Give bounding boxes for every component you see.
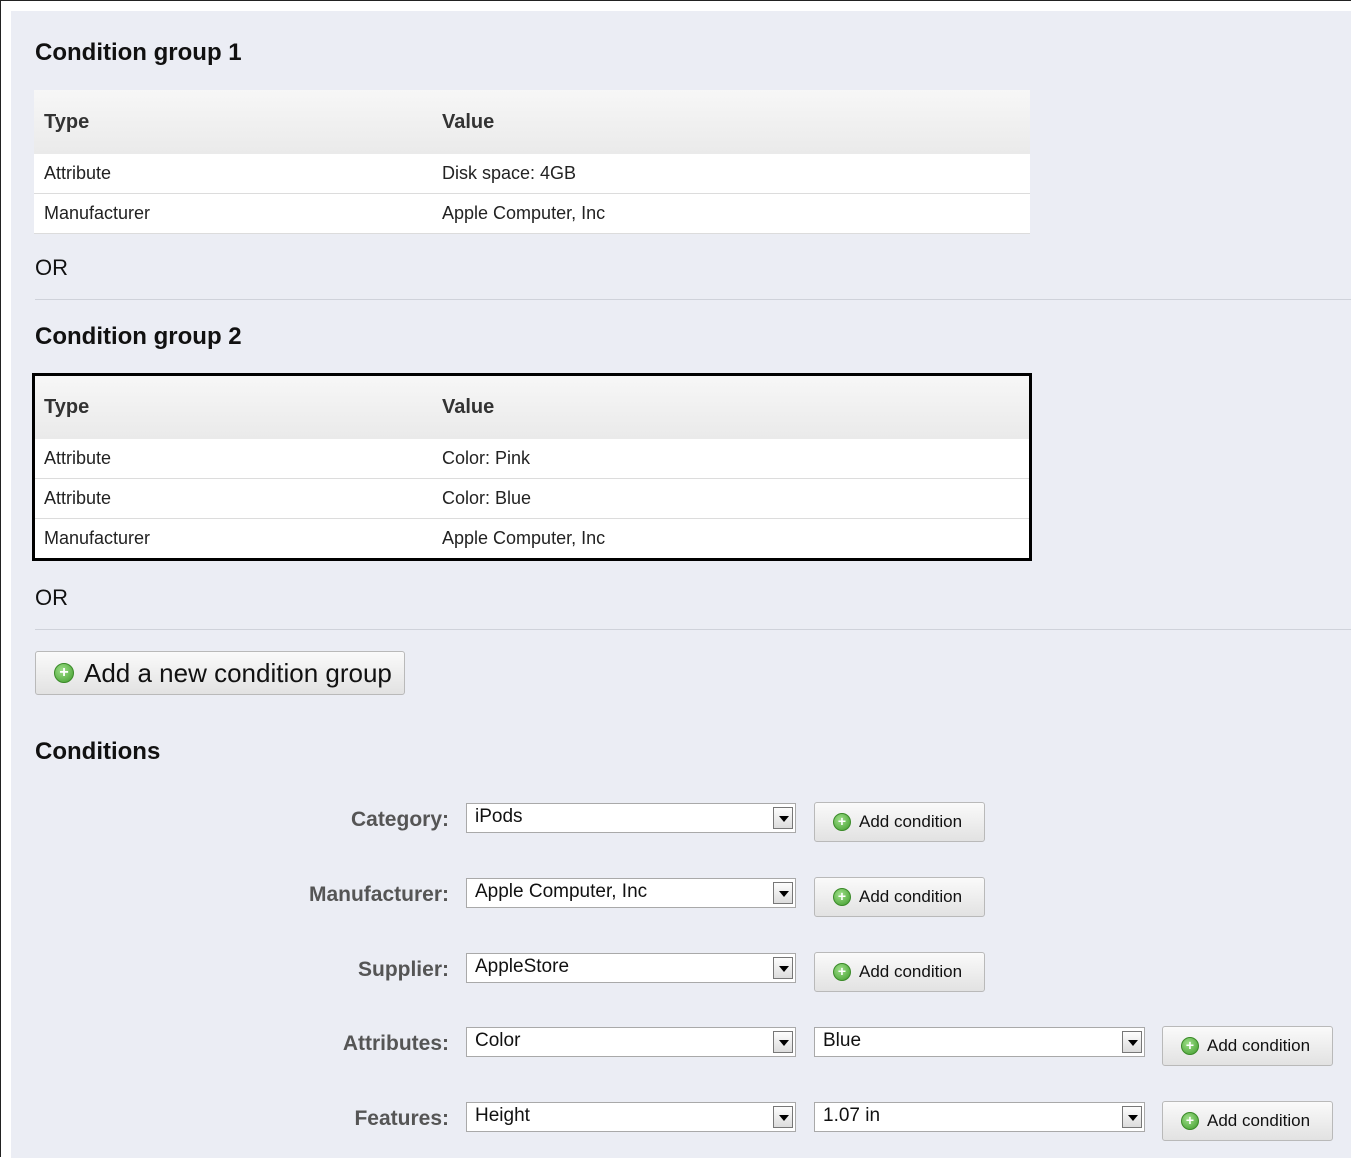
table-row: Attribute Disk space: 4GB (34, 154, 1030, 194)
or-separator-2: OR (35, 585, 68, 610)
column-header-value: Value (432, 375, 1030, 439)
plus-circle-icon: + (1181, 1112, 1199, 1130)
add-condition-group-label: Add a new condition group (84, 657, 392, 688)
table-row: Manufacturer Apple Computer, Inc (34, 193, 1030, 234)
cell-type: Attribute (34, 154, 432, 194)
cell-type: Manufacturer (34, 193, 432, 234)
divider (35, 299, 1351, 300)
cell-value: Color: Pink (432, 439, 1030, 479)
plus-circle-icon: + (833, 888, 851, 906)
cell-value: Color: Blue (432, 478, 1030, 519)
feature-select-value: Height (475, 1105, 530, 1126)
plus-circle-icon: + (833, 813, 851, 831)
add-attribute-condition-button[interactable]: + Add condition (1162, 1026, 1333, 1066)
manufacturer-select-value: Apple Computer, Inc (475, 881, 648, 902)
chevron-down-icon[interactable] (1122, 1106, 1142, 1128)
add-condition-label: Add condition (859, 887, 963, 906)
add-condition-group-button[interactable]: + Add a new condition group (35, 651, 405, 695)
cell-value: Apple Computer, Inc (432, 518, 1030, 559)
add-supplier-condition-button[interactable]: + Add condition (814, 952, 985, 992)
supplier-label: Supplier: (357, 958, 449, 981)
attribute-value-select[interactable]: Blue (814, 1027, 1145, 1057)
attribute-group-select-value: Color (475, 1030, 521, 1051)
group-1-table: Type Value Attribute Disk space: 4GB Man… (34, 90, 1030, 234)
plus-circle-icon: + (1181, 1037, 1199, 1055)
category-select[interactable]: iPods (466, 803, 796, 833)
chevron-down-icon[interactable] (773, 957, 793, 979)
chevron-down-icon[interactable] (773, 1106, 793, 1128)
table-row: Attribute Color: Blue (34, 478, 1030, 519)
attributes-label: Attributes: (342, 1032, 449, 1055)
manufacturer-select[interactable]: Apple Computer, Inc (466, 878, 796, 908)
column-header-value: Value (432, 90, 1030, 154)
chevron-down-icon[interactable] (773, 807, 793, 829)
add-category-condition-button[interactable]: + Add condition (814, 802, 985, 842)
column-header-type: Type (34, 375, 432, 439)
table-header-row: Type Value (34, 90, 1030, 154)
column-header-type: Type (34, 90, 432, 154)
attribute-value-select-value: Blue (823, 1030, 862, 1051)
plus-circle-icon: + (54, 663, 74, 683)
cell-value: Disk space: 4GB (432, 154, 1030, 194)
group-2-table[interactable]: Type Value Attribute Color: Pink Attribu… (32, 373, 1032, 561)
group-2-title: Condition group 2 (35, 323, 242, 350)
add-condition-label: Add condition (1207, 1111, 1311, 1130)
page-frame: Condition group 1 Type Value Attribute D… (0, 0, 1351, 1158)
add-manufacturer-condition-button[interactable]: + Add condition (814, 877, 985, 917)
cell-type: Attribute (34, 439, 432, 479)
supplier-select-value: AppleStore (475, 956, 570, 977)
divider (35, 629, 1351, 630)
feature-select[interactable]: Height (466, 1102, 796, 1132)
manufacturer-label: Manufacturer: (308, 883, 449, 906)
feature-value-select[interactable]: 1.07 in (814, 1102, 1145, 1132)
plus-circle-icon: + (833, 963, 851, 981)
add-condition-label: Add condition (1207, 1036, 1311, 1055)
attribute-group-select[interactable]: Color (466, 1027, 796, 1057)
chevron-down-icon[interactable] (773, 1031, 793, 1053)
chevron-down-icon[interactable] (1122, 1031, 1142, 1053)
add-feature-condition-button[interactable]: + Add condition (1162, 1101, 1333, 1141)
table-header-row: Type Value (34, 375, 1030, 439)
table-row: Attribute Color: Pink (34, 439, 1030, 479)
chevron-down-icon[interactable] (773, 882, 793, 904)
feature-value-select-value: 1.07 in (823, 1105, 881, 1126)
add-condition-label: Add condition (859, 812, 963, 831)
add-condition-label: Add condition (859, 962, 963, 981)
cell-type: Manufacturer (34, 518, 432, 559)
cell-type: Attribute (34, 478, 432, 519)
conditions-title: Conditions (35, 738, 161, 765)
or-separator-1: OR (35, 255, 68, 280)
table-row: Manufacturer Apple Computer, Inc (34, 518, 1030, 559)
conditions-panel: Condition group 1 Type Value Attribute D… (11, 11, 1351, 1158)
category-select-value: iPods (475, 806, 523, 827)
category-label: Category: (350, 808, 449, 831)
cell-value: Apple Computer, Inc (432, 193, 1030, 234)
features-label: Features: (354, 1107, 449, 1130)
group-1-title: Condition group 1 (35, 39, 242, 66)
supplier-select[interactable]: AppleStore (466, 953, 796, 983)
